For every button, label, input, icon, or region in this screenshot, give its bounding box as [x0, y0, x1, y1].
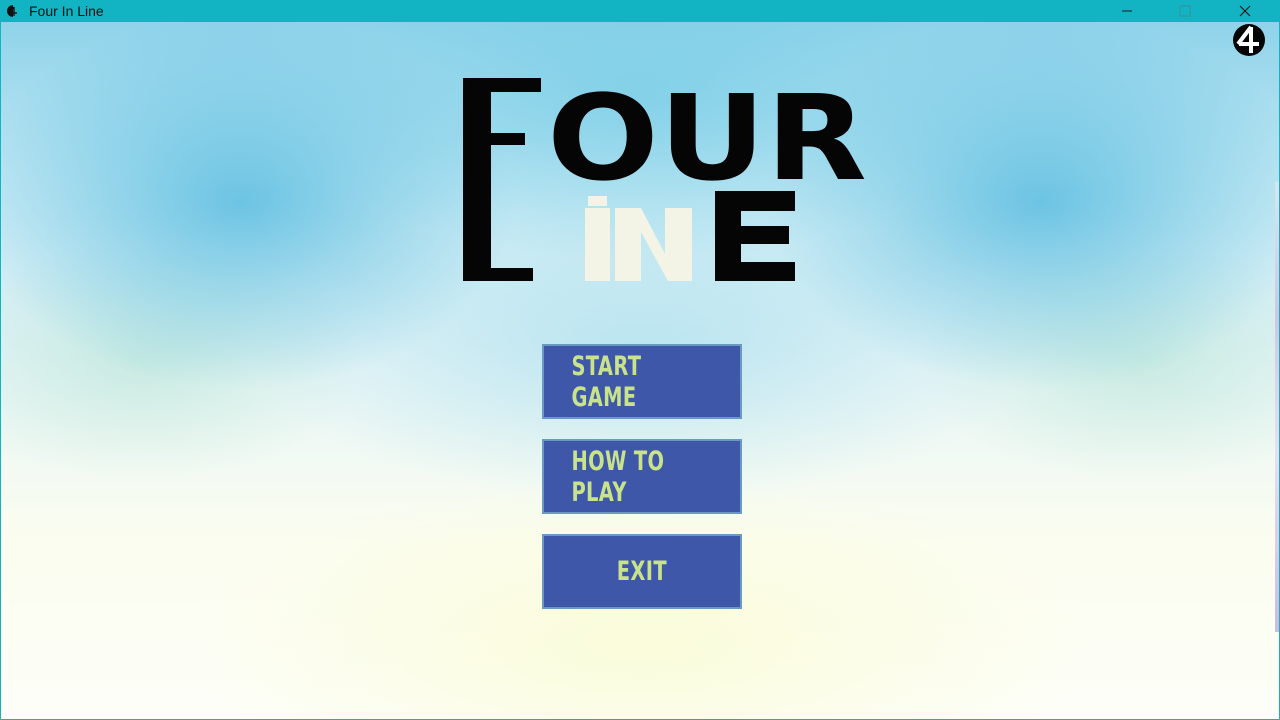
- exit-button[interactable]: EXIT: [542, 534, 742, 609]
- start-game-button[interactable]: START GAME: [542, 344, 742, 419]
- four-in-line-logo-icon: [1229, 22, 1267, 58]
- close-icon: [1239, 5, 1251, 17]
- how-to-play-label: HOW TO PLAY: [571, 445, 665, 508]
- close-button[interactable]: [1222, 0, 1268, 22]
- maximize-icon: [1179, 5, 1191, 17]
- exit-label: EXIT: [616, 556, 668, 587]
- decorative-strip: [1275, 182, 1279, 632]
- start-game-label: START GAME: [571, 350, 642, 413]
- window-titlebar: Four In Line: [0, 0, 1280, 22]
- window-title: Four In Line: [29, 3, 104, 19]
- game-main-menu: OUR START GAME HOW TO PLAY EXIT: [0, 22, 1280, 720]
- maximize-button[interactable]: [1162, 0, 1208, 22]
- game-logo: OUR: [463, 78, 873, 290]
- minimize-icon: [1122, 10, 1132, 12]
- minimize-button[interactable]: [1104, 0, 1150, 22]
- how-to-play-button[interactable]: HOW TO PLAY: [542, 439, 742, 514]
- logo-line1-text: OUR: [547, 78, 867, 207]
- app-icon: [6, 4, 20, 18]
